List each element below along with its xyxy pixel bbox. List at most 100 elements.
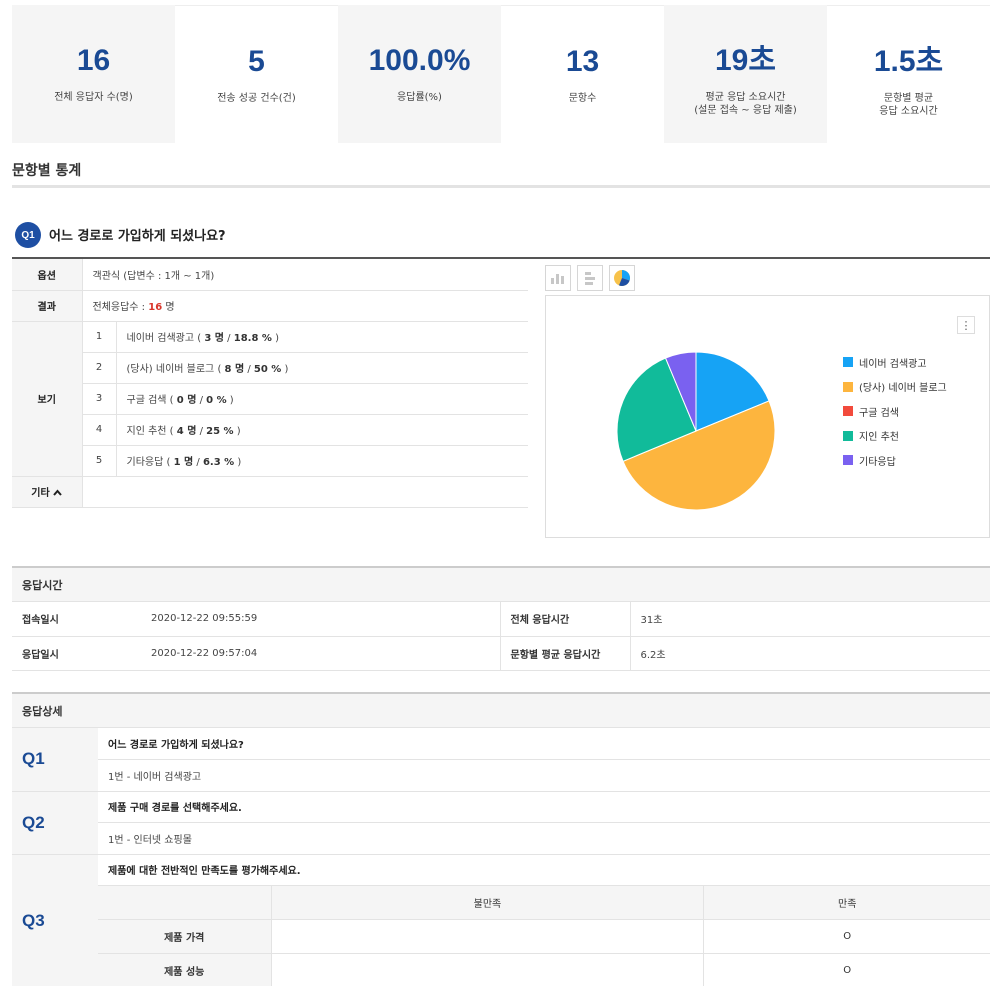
choice-number: 3 xyxy=(82,383,117,415)
choice-text: (당사) 네이버 블로그 xyxy=(126,364,215,375)
table-row: 불만족 만족 제품 가격 O 제품 성능 O xyxy=(12,885,990,986)
chart-menu-button[interactable]: ⋮ xyxy=(957,316,975,334)
paren: ( xyxy=(214,364,225,375)
chevron-up-icon xyxy=(53,488,62,499)
choice-item: (당사) 네이버 블로그 ( 8 명 / 50 % ) xyxy=(116,352,528,384)
horizontal-bar-chart-button[interactable] xyxy=(577,265,603,291)
choice-item: 기타응답 ( 1 명 / 6.3 % ) xyxy=(116,445,528,477)
response-time-table: 접속일시 2020-12-22 09:55:59 전체 응답시간 31초 응답일… xyxy=(12,602,990,671)
stat-label: 전체 응답자 수(명) xyxy=(54,91,133,104)
stat-label: 전송 성공 건수(건) xyxy=(217,92,296,105)
choice-percent: 25 % xyxy=(206,426,234,437)
stat-sent-success: 5 전송 성공 건수(건) xyxy=(175,5,338,143)
stat-label: 평균 응답 소요시간 (설문 접속 ~ 응답 제출) xyxy=(694,91,797,117)
stat-question-count: 13 문항수 xyxy=(501,5,664,143)
question-text: 제품 구매 경로를 선택해주세요. xyxy=(98,791,990,823)
chart-legend: 네이버 검색광고 (당사) 네이버 블로그구글 검색지인 추천기타응답 xyxy=(843,350,947,473)
paren: ) xyxy=(281,364,289,375)
pie-chart-icon xyxy=(614,270,631,286)
matrix-column-header: 만족 xyxy=(703,885,990,920)
choice-count: 3 명 xyxy=(204,333,224,344)
choice-text: 구글 검색 xyxy=(126,395,167,406)
legend-item[interactable]: 지인 추천 xyxy=(843,424,947,449)
other-content xyxy=(82,476,528,508)
stat-label-line1: 응답률(%) xyxy=(397,92,442,103)
stat-label-line1: 전송 성공 건수(건) xyxy=(217,93,296,104)
legend-label: (당사) 네이버 블로그 xyxy=(859,383,947,395)
separator: / xyxy=(224,333,234,344)
result-count: 16 xyxy=(148,302,163,313)
choice-text: 기타응답 xyxy=(126,457,164,468)
legend-item[interactable]: 기타응답 xyxy=(843,448,947,473)
pie-chart-button[interactable] xyxy=(609,265,635,291)
choice-item: 네이버 검색광고 ( 3 명 / 18.8 % ) xyxy=(116,321,528,353)
separator: / xyxy=(196,395,207,406)
stat-value: 13 xyxy=(565,45,600,78)
bar-chart-icon xyxy=(551,274,564,284)
matrix-value xyxy=(270,953,704,986)
result-label: 결과 xyxy=(12,290,83,322)
choice-percent: 18.8 % xyxy=(233,333,272,344)
choice-percent: 6.3 % xyxy=(202,457,235,468)
matrix-header-row: 불만족 만족 xyxy=(98,885,990,920)
legend-swatch xyxy=(843,381,853,392)
pie-chart xyxy=(616,351,776,511)
choice-count: 0 명 xyxy=(176,395,197,406)
choice-item: 지인 추천 ( 4 명 / 25 % ) xyxy=(116,414,528,446)
choice-percent: 0 % xyxy=(206,395,227,406)
table-row: Q3 제품에 대한 전반적인 만족도를 평가해주세요. xyxy=(12,854,990,986)
choice-number: 2 xyxy=(82,352,117,384)
table-row: 보기 1 네이버 검색광고 ( 3 명 / 18.8 % ) xyxy=(12,321,528,477)
stat-label: 문항수 xyxy=(569,92,597,105)
access-time-label: 접속일시 xyxy=(12,602,137,637)
choice-number: 5 xyxy=(82,445,117,477)
answer-text: 1번 - 네이버 검색광고 xyxy=(98,759,990,792)
separator: / xyxy=(244,364,254,375)
summary-stats: 16 전체 응답자 수(명) 5 전송 성공 건수(건) 100.0% 응답률(… xyxy=(12,5,990,143)
table-row: 기타 xyxy=(12,476,528,508)
table-row: 옵션 객관식 (답변수 : 1개 ~ 1개) xyxy=(12,259,528,291)
question-number: Q3 xyxy=(12,854,98,986)
matrix-row-label: 제품 성능 xyxy=(98,953,271,986)
paren: ) xyxy=(226,395,234,406)
stat-label-line1: 문항별 평균 xyxy=(883,93,934,104)
legend-swatch xyxy=(843,357,853,368)
question-badge: Q1 xyxy=(15,222,41,248)
stat-label-line2: (설문 접속 ~ 응답 제출) xyxy=(694,105,797,116)
other-label: 기타 xyxy=(31,488,50,499)
pie-chart-panel: ⋮ 네이버 검색광고 (당사) 네이버 블로그구글 검색지인 추천기타응답 xyxy=(545,295,990,538)
paren: ( xyxy=(194,333,205,344)
legend-label: 지인 추천 xyxy=(859,432,899,444)
question-number: Q1 xyxy=(12,728,98,792)
other-toggle[interactable]: 기타 xyxy=(12,476,83,508)
stat-avg-response-time: 19초 평균 응답 소요시간 (설문 접속 ~ 응답 제출) xyxy=(664,5,827,143)
bar-chart-button[interactable] xyxy=(545,265,571,291)
question-stats-table: 옵션 객관식 (답변수 : 1개 ~ 1개) 결과 전체응답수 : 16 명 보… xyxy=(12,259,528,508)
question-number: Q2 xyxy=(12,791,98,855)
matrix-cell: 불만족 만족 제품 가격 O 제품 성능 O xyxy=(98,885,990,986)
stat-value: 5 xyxy=(248,45,265,78)
choices-label: 보기 xyxy=(12,321,83,477)
response-detail-table: Q1 어느 경로로 가입하게 되셨나요? 1번 - 네이버 검색광고 Q2 제품… xyxy=(12,728,990,986)
legend-swatch xyxy=(843,455,853,466)
stat-total-respondents: 16 전체 응답자 수(명) xyxy=(12,5,175,143)
legend-item[interactable]: (당사) 네이버 블로그 xyxy=(843,375,947,400)
legend-item[interactable]: 네이버 검색광고 xyxy=(843,350,947,375)
option-value: 객관식 (답변수 : 1개 ~ 1개) xyxy=(82,259,528,291)
avg-time-value: 6.2초 xyxy=(629,636,990,671)
section-header: 응답상세 xyxy=(12,694,990,728)
legend-item[interactable]: 구글 검색 xyxy=(843,399,947,424)
stat-value: 19초 xyxy=(715,44,776,77)
table-row: 접속일시 2020-12-22 09:55:59 전체 응답시간 31초 xyxy=(12,602,990,637)
divider xyxy=(12,185,990,188)
more-vertical-icon: ⋮ xyxy=(960,318,972,332)
stat-label-line1: 전체 응답자 수(명) xyxy=(54,92,133,103)
paren: ) xyxy=(271,333,280,344)
choice-count: 4 명 xyxy=(176,426,197,437)
table-row: 4 지인 추천 ( 4 명 / 25 % ) xyxy=(12,414,528,446)
matrix-row: 제품 성능 O xyxy=(98,953,990,986)
matrix-row: 제품 가격 O xyxy=(98,919,990,954)
paren: ( xyxy=(163,457,174,468)
stat-label-line2: 응답 소요시간 xyxy=(879,106,938,117)
separator: / xyxy=(196,426,207,437)
